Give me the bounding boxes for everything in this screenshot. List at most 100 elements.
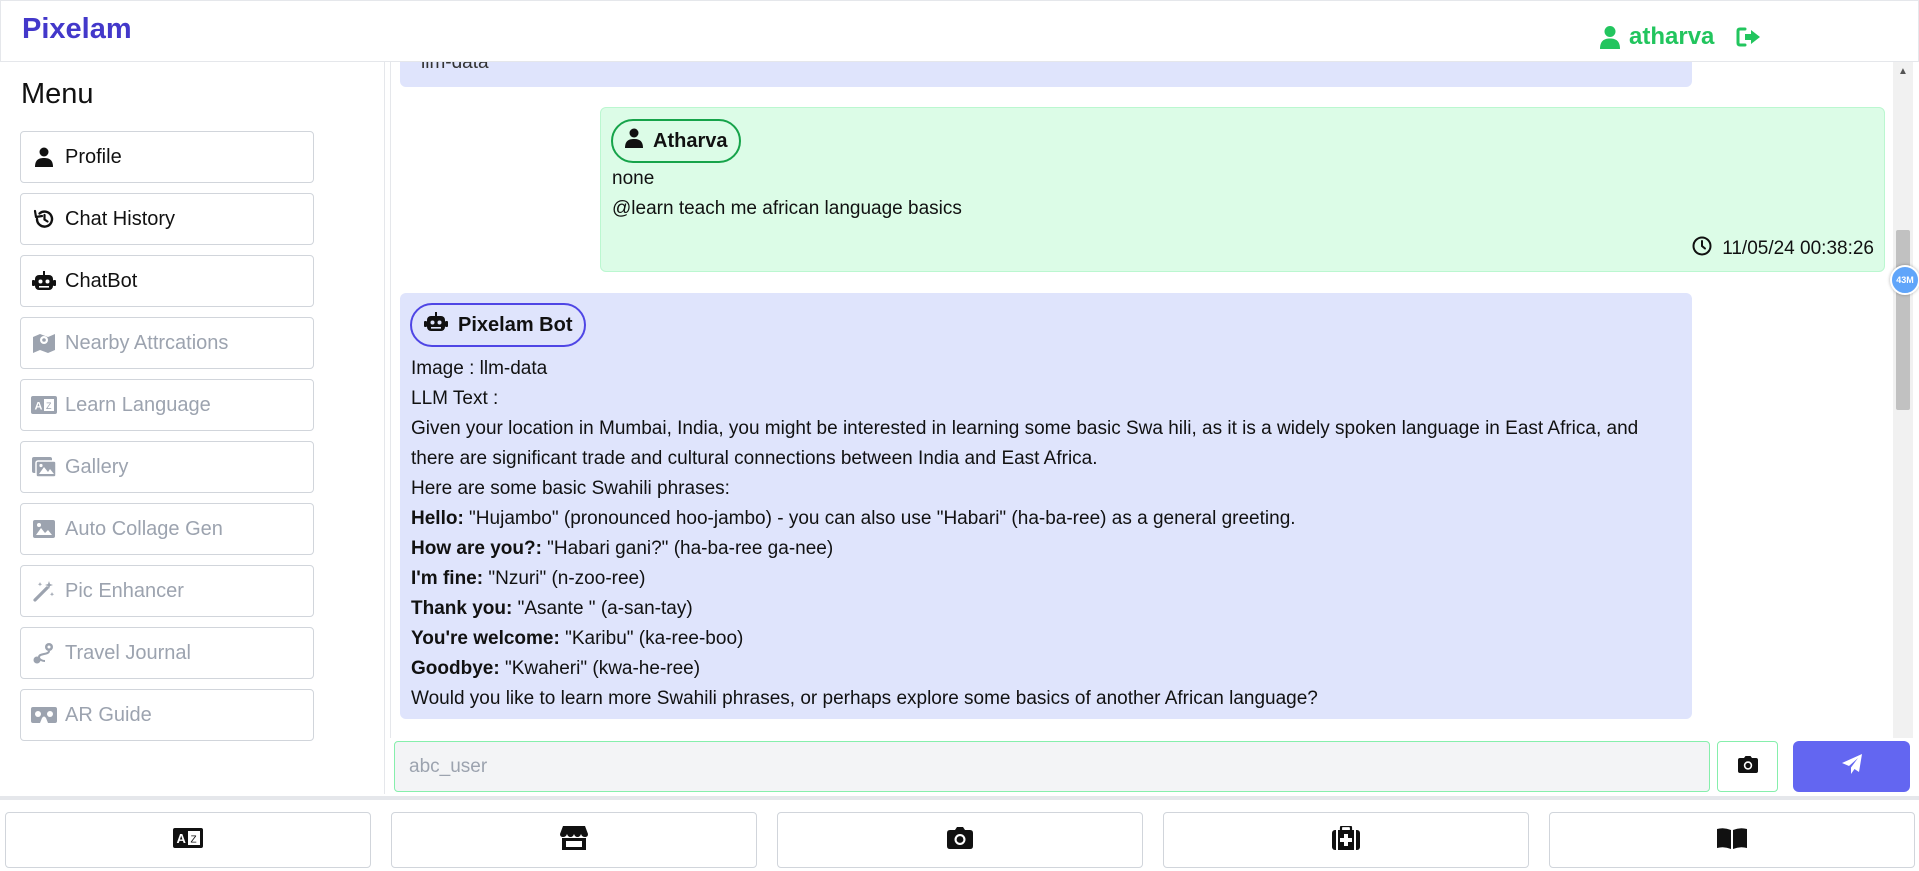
sidebar-item-chat-history[interactable]: Chat History [20,193,314,245]
user-icon [625,128,643,154]
logout-icon[interactable] [1736,26,1762,48]
sidebar-item-pic-enhancer[interactable]: Pic Enhancer [20,565,314,617]
phrase-text: "Nzuri" (n-zoo-ree) [483,568,646,589]
username: atharva [1629,23,1715,50]
send-button[interactable] [1793,741,1910,792]
sidebar-item-auto-collage-gen[interactable]: Auto Collage Gen [20,503,314,555]
magic-wand-icon [31,578,57,604]
user-icon [1599,25,1621,49]
svg-text:Z: Z [191,834,197,845]
robot-icon [31,268,57,294]
menu-list: Profile Chat History ChatBot Nearby Attr… [20,131,314,751]
bot-message-body: Image : llm-data LLM Text : Given your l… [411,354,1681,714]
bot-author-name: Pixelam Bot [458,313,573,336]
clock-icon [1692,236,1712,262]
timestamp-text: 11/05/24 00:38:26 [1722,238,1874,259]
robot-icon [424,312,448,338]
bot-intro: Given your location in Mumbai, India, yo… [411,418,1639,469]
bottom-nav-medkit[interactable] [1163,812,1529,868]
bottom-nav-language[interactable]: AZ [5,812,371,868]
phrase-term: How are you?: [411,538,542,559]
user-message-line: @learn teach me african language basics [612,198,962,219]
previous-message-text: llm-data [421,62,489,73]
bot-llm-label: LLM Text : [411,388,499,409]
book-open-icon [1717,827,1747,854]
image-icon [31,516,57,542]
language-icon: AZ [173,827,203,853]
sidebar-item-label: Profile [65,145,122,168]
scrollbar-thumb[interactable] [1896,230,1910,410]
paper-plane-icon [1841,753,1863,780]
phrase-term: You're welcome: [411,628,560,649]
phrase-item: I'm fine: "Nzuri" (n-zoo-ree) [411,564,1681,594]
previous-bot-message: llm-data [400,62,1692,87]
floating-extension-badge[interactable]: 43M [1890,265,1919,295]
sidebar-item-ar-guide[interactable]: AR Guide [20,689,314,741]
camera-icon [947,826,973,854]
sidebar-item-label: ChatBot [65,269,138,292]
bot-closing: Would you like to learn more Swahili phr… [411,688,1318,709]
map-icon [31,330,57,356]
sidebar-item-label: Learn Language [65,393,211,416]
svg-text:A: A [177,831,187,846]
sidebar-item-label: AR Guide [65,703,152,726]
sidebar-item-gallery[interactable]: Gallery [20,441,314,493]
sidebar-item-chatbot[interactable]: ChatBot [20,255,314,307]
phrase-term: I'm fine: [411,568,484,589]
phrase-text: "Karibu" (ka-ree-boo) [559,628,744,649]
scroll-up-arrow-icon[interactable]: ▲ [1893,66,1913,77]
phrase-term: Goodbye: [411,658,500,679]
svg-text:Z: Z [46,401,52,411]
sidebar-item-label: Travel Journal [65,641,191,664]
sidebar-item-travel-journal[interactable]: Travel Journal [20,627,314,679]
chat-area[interactable]: llm-data Atharva none @learn teach me af… [390,62,1910,738]
store-icon [560,825,588,855]
message-input[interactable]: abc_user [394,741,1710,792]
phrase-item: Hello: "Hujambo" (pronounced hoo-jambo) … [411,504,1681,534]
medkit-icon [1332,824,1360,855]
user-icon [31,144,57,170]
sidebar-item-label: Chat History [65,207,176,230]
sidebar: Menu Profile Chat History ChatBot Nearby… [0,62,385,794]
sidebar-item-profile[interactable]: Profile [20,131,314,183]
history-icon [31,206,57,232]
user-message: Atharva none @learn teach me african lan… [600,107,1885,272]
sidebar-item-label: Gallery [65,455,129,478]
bot-author-badge: Pixelam Bot [410,303,587,347]
bottom-nav-camera[interactable] [777,812,1143,868]
phrase-text: "Kwaheri" (kwa-he-ree) [499,658,701,679]
menu-title: Menu [21,78,94,110]
phrase-text: "Habari gani?" (ha-ba-ree ga-nee) [541,538,834,559]
phrase-text: "Hujambo" (pronounced hoo-jambo) - you c… [463,508,1296,529]
chat-scrollbar[interactable]: ▲ [1893,62,1913,738]
bot-phrases-heading: Here are some basic Swahili phrases: [411,478,730,499]
svg-text:A: A [35,401,43,413]
language-icon: AZ [31,392,57,418]
message-timestamp: 11/05/24 00:38:26 [1692,236,1874,262]
sidebar-item-label: Auto Collage Gen [65,517,223,540]
phrase-item: You're welcome: "Karibu" (ka-ree-boo) [411,624,1681,654]
camera-button[interactable] [1717,741,1778,792]
route-icon [31,640,57,666]
camera-icon [1737,755,1758,778]
phrase-text: "Asante " (a-san-tay) [512,598,693,619]
sidebar-item-label: Nearby Attrcations [65,331,229,354]
phrase-item: Thank you: "Asante " (a-san-tay) [411,594,1681,624]
user-author-badge: Atharva [611,119,742,163]
vr-cardboard-icon [31,702,57,728]
bottom-nav-store[interactable] [391,812,757,868]
phrase-term: Thank you: [411,598,513,619]
sidebar-item-learn-language[interactable]: AZ Learn Language [20,379,314,431]
sidebar-item-nearby-attractions[interactable]: Nearby Attrcations [20,317,314,369]
bottom-nav: AZ [0,796,1919,871]
images-icon [31,454,57,480]
phrase-item: Goodbye: "Kwaheri" (kwa-he-ree) [411,654,1681,684]
user-message-line: none [612,168,655,189]
top-header: Pixelam atharva [0,0,1919,62]
phrase-term: Hello: [411,508,464,529]
bot-message: Pixelam Bot Image : llm-data LLM Text : … [400,293,1692,719]
user-author-name: Atharva [653,129,728,152]
brand-logo[interactable]: Pixelam [22,13,132,46]
bot-image-line: Image : llm-data [411,358,548,379]
bottom-nav-journal[interactable] [1549,812,1915,868]
